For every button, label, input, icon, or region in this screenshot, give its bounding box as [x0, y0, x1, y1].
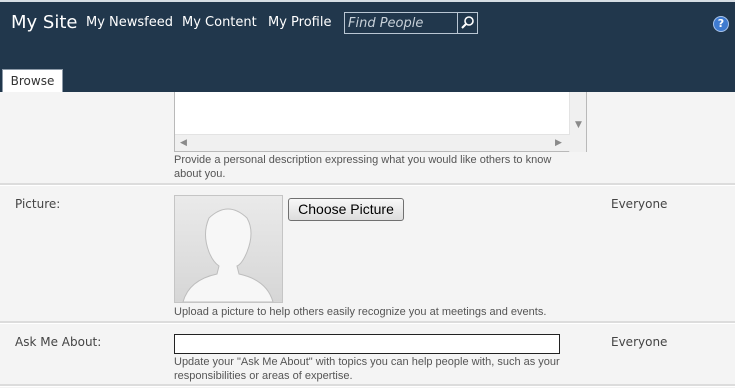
top-border	[0, 0, 735, 2]
vertical-scrollbar[interactable]: ▼	[569, 92, 586, 152]
picture-help-text: Upload a picture to help others easily r…	[174, 306, 547, 318]
top-bar: My Site My Newsfeed My Content My Profil…	[0, 0, 735, 92]
search-icon	[461, 16, 474, 29]
ask-me-about-privacy[interactable]: Everyone	[611, 335, 667, 349]
row-divider	[0, 183, 735, 186]
site-title[interactable]: My Site	[11, 12, 77, 33]
ask-me-about-help-text: Update your "Ask Me About" with topics y…	[174, 356, 560, 382]
ask-me-about-input[interactable]	[174, 334, 560, 354]
nav-my-content[interactable]: My Content	[182, 15, 257, 30]
choose-picture-button[interactable]: Choose Picture	[288, 198, 404, 221]
scroll-down-arrow-icon[interactable]: ▼	[575, 120, 582, 130]
scroll-right-arrow-icon[interactable]: ▶	[555, 138, 562, 148]
ask-me-about-label: Ask Me About:	[15, 335, 102, 349]
about-me-help-text: Provide a personal description expressin…	[174, 154, 552, 180]
scroll-left-arrow-icon[interactable]: ◀	[180, 138, 187, 148]
picture-label: Picture:	[15, 197, 61, 211]
search-button[interactable]	[457, 13, 477, 33]
help-icon[interactable]: ?	[713, 16, 729, 32]
nav-my-profile[interactable]: My Profile	[268, 15, 331, 30]
profile-picture-placeholder	[174, 195, 283, 303]
search-box	[344, 12, 478, 34]
horizontal-scrollbar[interactable]: ◀ ▶	[175, 134, 570, 151]
row-divider	[0, 321, 735, 324]
about-me-textarea[interactable]: ▼ ◀ ▶	[174, 92, 587, 152]
tab-browse[interactable]: Browse	[2, 69, 63, 92]
picture-privacy[interactable]: Everyone	[611, 197, 667, 211]
find-people-input[interactable]	[348, 15, 456, 31]
nav-my-newsfeed[interactable]: My Newsfeed	[86, 15, 173, 30]
row-divider	[0, 384, 735, 387]
person-silhouette-icon	[175, 196, 282, 302]
